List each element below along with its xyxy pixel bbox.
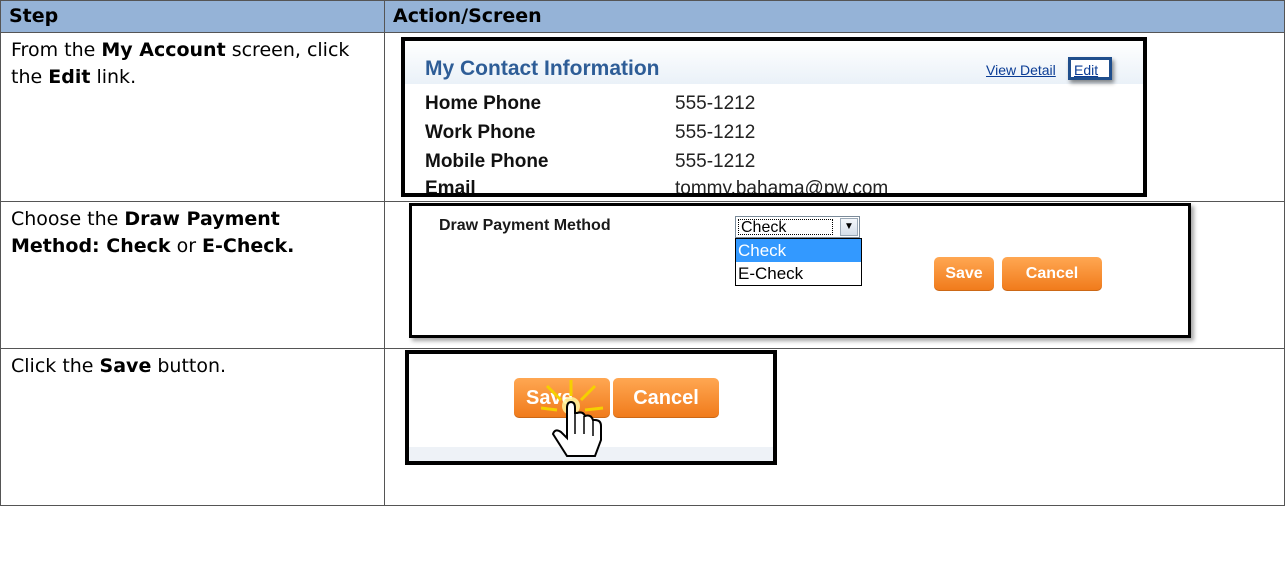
save-button[interactable]: Save [934,257,994,291]
option-echeck[interactable]: E-Check [736,262,861,285]
work-phone-value: 555-1212 [675,122,756,143]
email-value: tommy.bahama@pw.com [675,178,889,197]
header-action: Action/Screen [384,0,1285,33]
view-detail-link[interactable]: View Detail [986,62,1056,78]
procedure-table: Step Action/Screen From the My Account s… [0,0,1285,506]
mobile-phone-label: Mobile Phone [425,151,549,172]
contact-info-screenshot: My Contact Information View Detail Edit … [401,37,1147,197]
mobile-phone-value: 555-1212 [675,151,756,172]
table-row: Click the Save button. Save Cancel [0,348,1285,506]
option-check[interactable]: Check [736,239,861,262]
step-instruction: Choose the Draw Payment Method: Check or… [11,208,295,257]
hand-pointer-icon [541,380,604,457]
email-label: Email [425,178,476,197]
step-cell: Click the Save button. [0,348,385,506]
work-phone-label: Work Phone [425,122,536,143]
edit-highlight: Edit [1068,57,1112,80]
edit-link[interactable]: Edit [1074,62,1098,78]
cancel-button[interactable]: Cancel [613,378,719,418]
action-cell: Save Cancel [384,348,1285,506]
contact-title: My Contact Information [425,57,660,80]
action-cell: Draw Payment Method Check ▼ Check E-Chec… [384,201,1285,349]
step-cell: From the My Account screen, click the Ed… [0,32,385,202]
cancel-button[interactable]: Cancel [1002,257,1102,291]
draw-payment-label: Draw Payment Method [439,217,611,234]
home-phone-label: Home Phone [425,93,542,114]
home-phone-value: 555-1212 [675,93,756,114]
step-instruction: Click the Save button. [11,355,227,377]
selected-value: Check [738,219,833,236]
table-row: From the My Account screen, click the Ed… [0,32,1285,202]
payment-method-dropdown: Check E-Check [735,238,862,286]
save-click-screenshot: Save Cancel [405,350,777,465]
payment-method-screenshot: Draw Payment Method Check ▼ Check E-Chec… [409,203,1191,338]
action-cell: My Contact Information View Detail Edit … [384,32,1285,202]
step-instruction: From the My Account screen, click the Ed… [11,39,350,88]
table-header-row: Step Action/Screen [0,0,1285,33]
step-cell: Choose the Draw Payment Method: Check or… [0,201,385,349]
table-row: Choose the Draw Payment Method: Check or… [0,201,1285,349]
payment-method-select[interactable]: Check ▼ [735,216,860,238]
header-step: Step [0,0,385,33]
chevron-down-icon[interactable]: ▼ [840,218,858,236]
